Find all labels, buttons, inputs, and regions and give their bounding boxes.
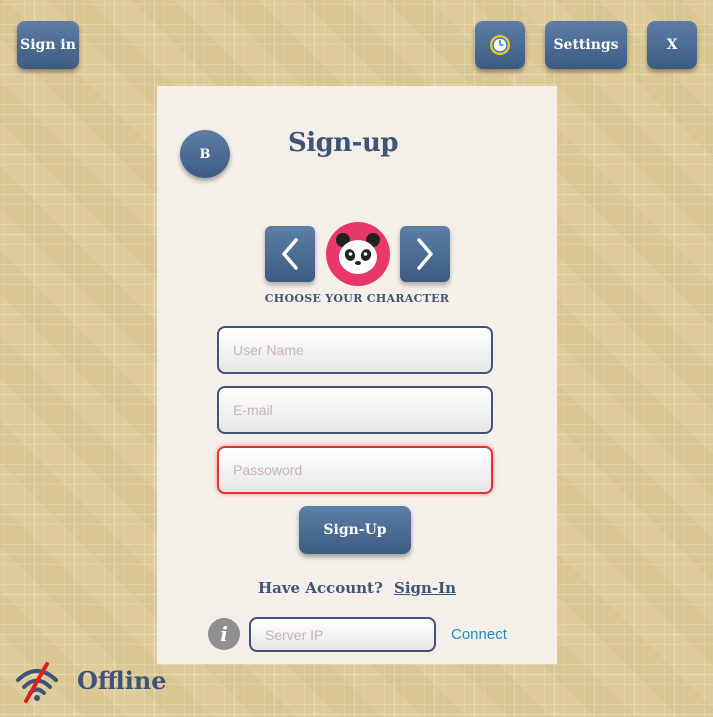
next-character-button[interactable]	[400, 226, 450, 282]
connect-link[interactable]: Connect	[451, 626, 507, 643]
signin-link[interactable]: Sign-In	[394, 579, 456, 597]
clock-icon	[490, 35, 510, 55]
settings-button[interactable]: Settings	[545, 21, 627, 69]
signup-button[interactable]: Sign-Up	[299, 506, 411, 554]
have-account-row: Have Account? Sign-In	[157, 579, 557, 597]
close-button[interactable]: X	[647, 21, 697, 69]
have-account-text: Have Account?	[257, 579, 383, 597]
connection-status-label: Offline	[77, 666, 167, 695]
character-avatar	[326, 222, 390, 286]
signup-panel: B Sign-up CHOOSE YOUR CHARACTER Sign-Up …	[157, 86, 557, 664]
clock-button[interactable]	[475, 21, 525, 69]
signin-button[interactable]: Sign in	[17, 21, 79, 69]
panda-icon	[336, 233, 380, 274]
username-field[interactable]	[217, 326, 493, 374]
page-title: Sign-up	[287, 128, 399, 158]
chevron-left-icon	[282, 238, 298, 270]
password-field[interactable]	[217, 446, 493, 494]
info-icon[interactable]: i	[208, 618, 240, 650]
wifi-off-icon	[16, 662, 58, 703]
previous-character-button[interactable]	[265, 226, 315, 282]
chevron-right-icon	[417, 238, 433, 270]
email-field[interactable]	[217, 386, 493, 434]
server-ip-field[interactable]	[249, 617, 436, 652]
choose-character-label: CHOOSE YOUR CHARACTER	[264, 292, 450, 305]
